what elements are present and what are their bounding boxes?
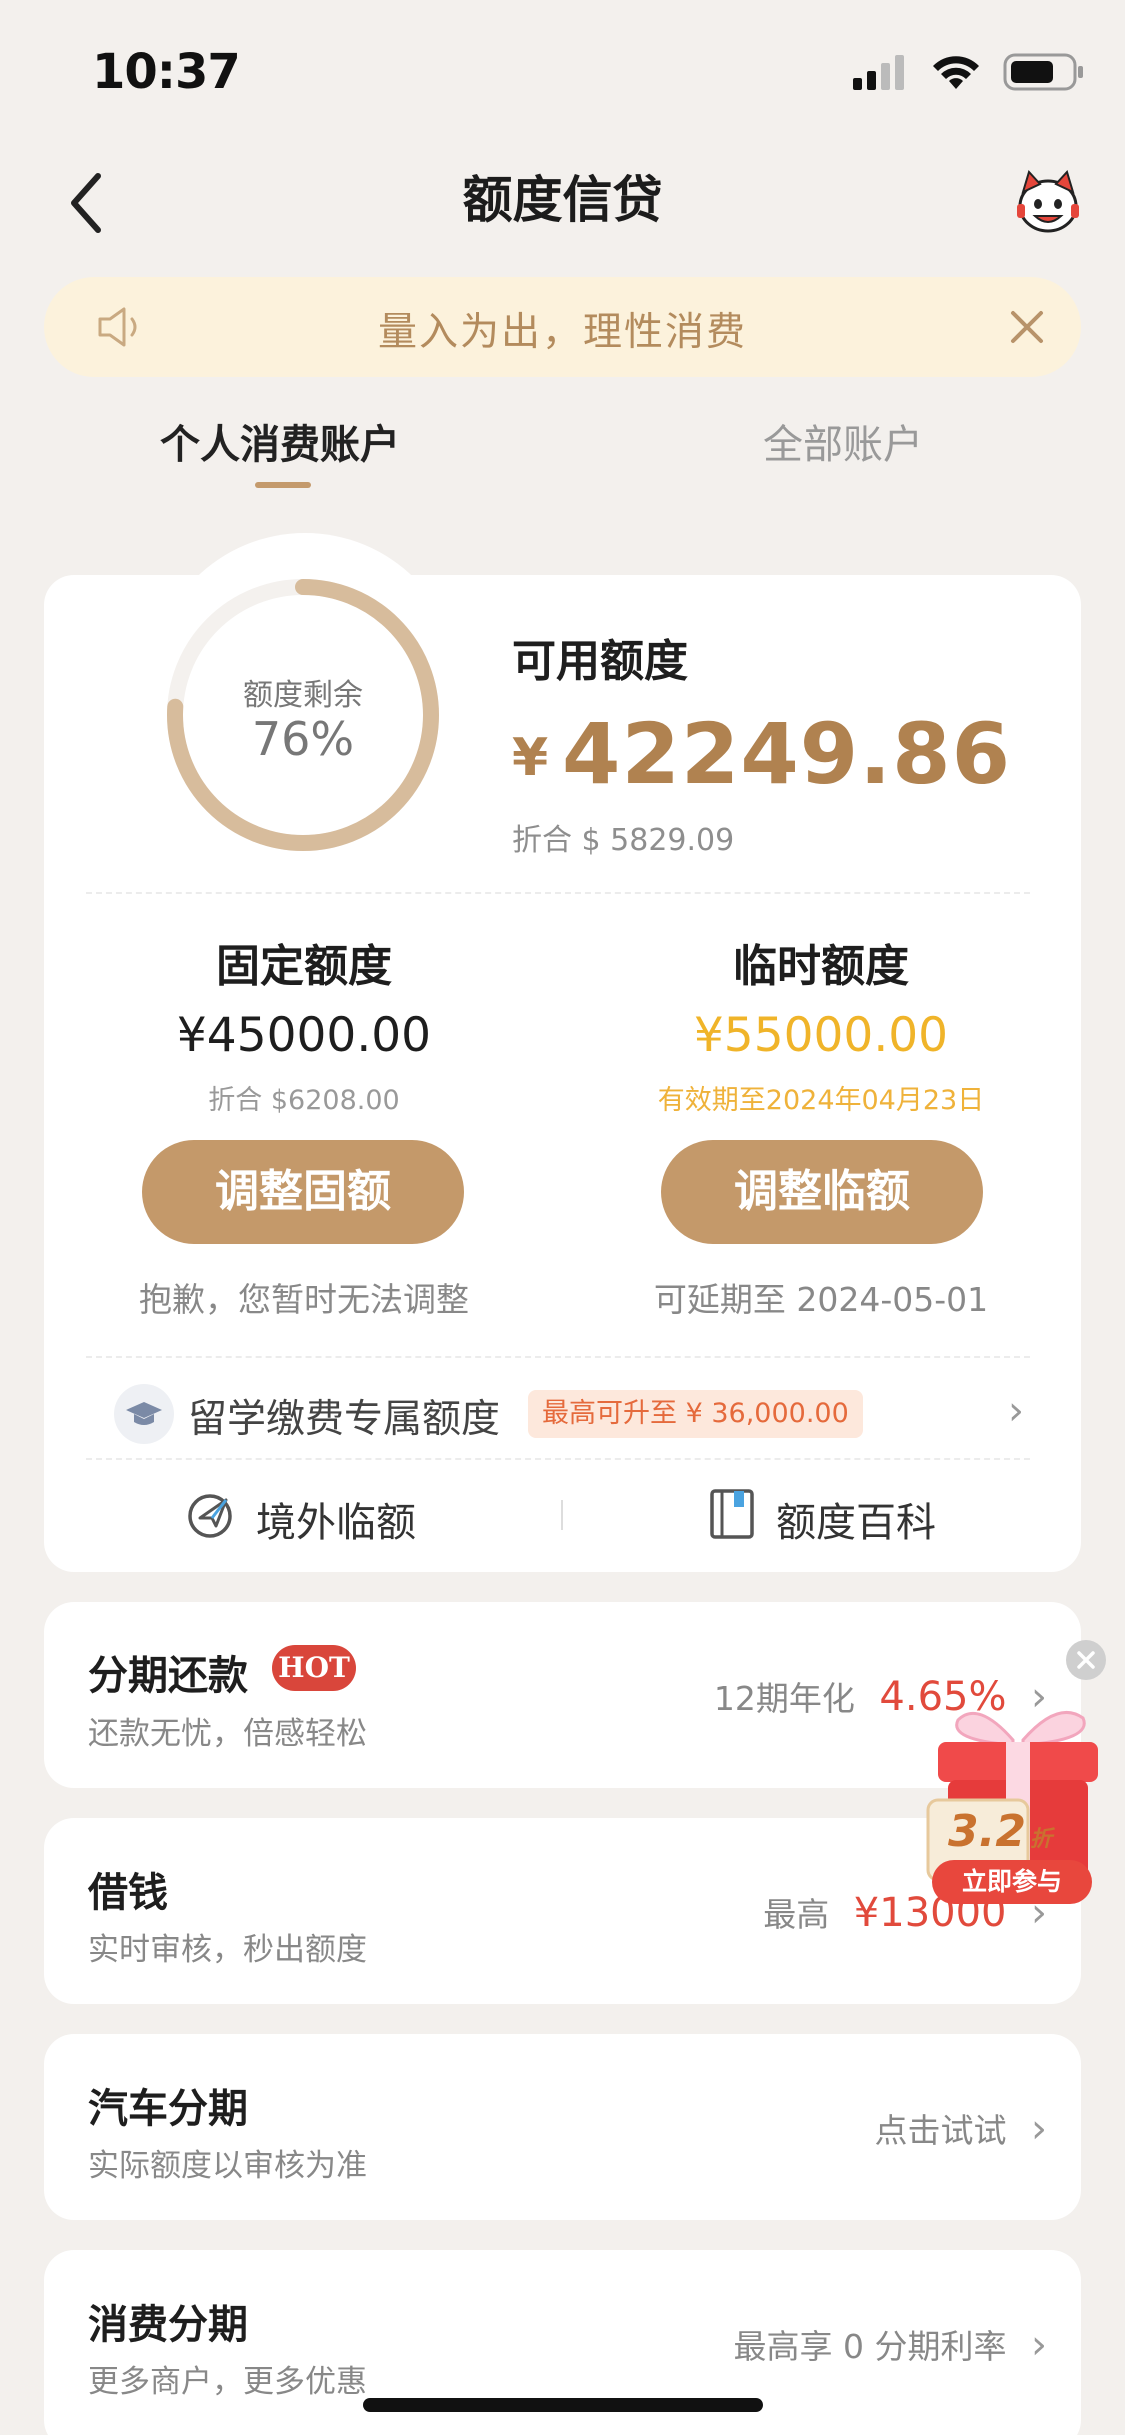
divider — [86, 892, 1030, 894]
service-right-info: 点击试试 › — [875, 2104, 1048, 2152]
available-converted: 折合 $ 5829.09 — [512, 823, 735, 858]
hot-badge: HOT — [272, 1645, 356, 1691]
overseas-temp-quota-link[interactable]: 境外临额 — [256, 1490, 416, 1548]
overseas-plane-icon — [188, 1494, 232, 1538]
tab-personal-consumption[interactable]: 个人消费账户 — [160, 412, 400, 470]
mascot-avatar-icon[interactable] — [1013, 166, 1083, 236]
service-subtitle: 更多商户，更多优惠 — [88, 2364, 367, 2400]
service-subtitle: 实时审核，秒出额度 — [88, 1932, 367, 1968]
ring-percent: 76% — [251, 712, 355, 766]
notice-text: 量入为出，理性消费 — [377, 310, 747, 355]
service-right-info: 最高享 0 分期利率 › — [734, 2320, 1047, 2368]
adjust-fixed-button[interactable]: 调整固额 — [142, 1140, 464, 1244]
service-right-prefix: 最高享 0 分期利率 — [733, 2327, 1007, 2366]
fixed-quota-amount: ¥45000.00 — [176, 1008, 432, 1063]
study-abroad-tag: 最高可升至 ¥ 36,000.00 — [528, 1390, 863, 1438]
chevron-right-icon: › — [1008, 1388, 1024, 1434]
service-subtitle: 实际额度以审核为准 — [88, 2148, 367, 2184]
promo-discount-value: 3.2 — [948, 1806, 1026, 1857]
temp-quota-validity: 有效期至2024年04月23日 — [657, 1085, 985, 1116]
fixed-quota-note: 抱歉，您暂时无法调整 — [139, 1280, 469, 1319]
available-amount: 42249.86 — [562, 705, 1012, 803]
service-title: 消费分期 — [88, 2302, 248, 2348]
chevron-right-icon: › — [1031, 2322, 1047, 2368]
service-subtitle: 还款无忧，倍感轻松 — [88, 1716, 367, 1752]
temp-quota-note: 可延期至 2024-05-01 — [653, 1280, 989, 1319]
separator — [561, 1500, 563, 1530]
temp-quota-amount: ¥55000.00 — [693, 1008, 949, 1063]
available-quota-label: 可用额度 — [512, 636, 688, 687]
wifi-icon — [933, 56, 979, 89]
service-right-prefix: 最高 — [763, 1895, 830, 1934]
service-title: 汽车分期 — [88, 2086, 248, 2132]
quota-wiki-link[interactable]: 额度百科 — [776, 1490, 936, 1548]
fixed-quota-converted: 折合 $6208.00 — [208, 1085, 400, 1116]
fixed-quota-title: 固定额度 — [216, 941, 392, 992]
battery-icon — [1003, 53, 1083, 91]
graduation-cap-icon — [114, 1384, 174, 1444]
notice-bar: 量入为出，理性消费 — [44, 277, 1081, 377]
tab-active-indicator — [255, 482, 311, 488]
promo-discount-unit: 折 — [1029, 1827, 1052, 1852]
temp-quota-title: 临时额度 — [733, 941, 909, 992]
promo-join-button[interactable]: 立即参与 — [932, 1860, 1092, 1904]
home-indicator — [363, 2398, 763, 2412]
status-time: 10:37 — [92, 44, 241, 100]
available-currency: ¥ — [512, 728, 549, 788]
book-icon — [710, 1489, 754, 1539]
service-title: 分期还款 — [88, 1653, 248, 1699]
promo-close-button[interactable] — [1066, 1640, 1106, 1680]
study-abroad-label: 留学缴费专属额度 — [188, 1397, 501, 1442]
close-icon[interactable] — [1007, 307, 1047, 347]
divider — [86, 1356, 1030, 1358]
status-icons — [853, 52, 1085, 92]
cellular-signal-icon — [853, 55, 904, 90]
service-right-prefix: 12期年化 — [713, 1679, 855, 1718]
divider — [86, 1458, 1030, 1460]
service-right-prefix: 点击试试 — [874, 2111, 1007, 2150]
promo-discount: 3.2 折 — [948, 1806, 1052, 1857]
chevron-right-icon: › — [1031, 2106, 1047, 2152]
ring-label: 额度剩余 — [243, 678, 363, 713]
tab-all-accounts[interactable]: 全部账户 — [763, 412, 923, 470]
adjust-temp-button[interactable]: 调整临额 — [661, 1140, 983, 1244]
service-title: 借钱 — [88, 1870, 168, 1916]
close-icon — [1077, 1651, 1095, 1669]
page-title: 额度信贷 — [462, 171, 663, 229]
